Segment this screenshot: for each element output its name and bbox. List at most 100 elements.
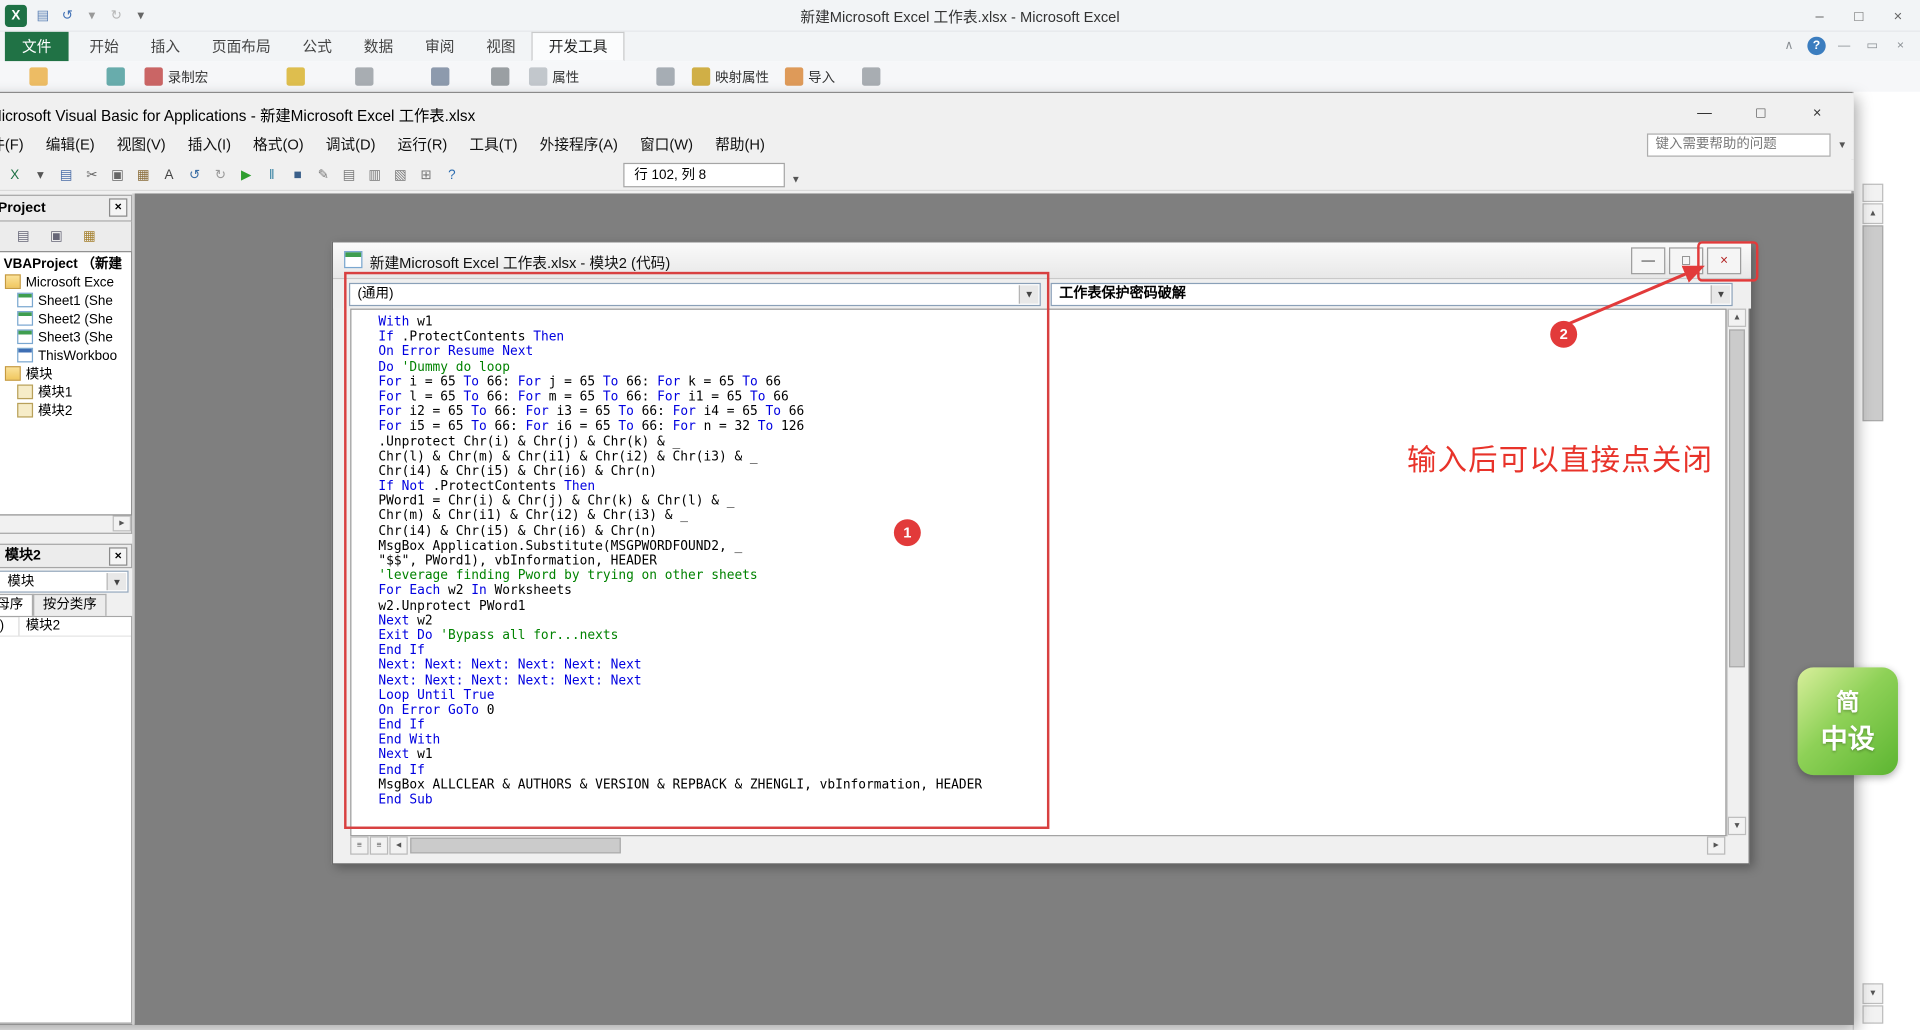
toggle-folders-icon[interactable]: ▦	[78, 225, 100, 247]
vba-menu-3[interactable]: 插入(I)	[177, 131, 242, 159]
excel-tab-7[interactable]: 开发工具	[531, 31, 625, 62]
macros-icon[interactable]	[106, 67, 125, 86]
excel-tab-4[interactable]: 数据	[348, 32, 409, 61]
tree-item-5[interactable]: ThisWorkboo	[0, 347, 131, 366]
map-properties-icon[interactable]: 映射属性	[691, 67, 769, 87]
vba-menu-7[interactable]: 工具(T)	[458, 131, 528, 159]
toolbar-options-icon[interactable]: ▼	[791, 174, 801, 185]
project-tree-hscrollbar[interactable]: ►	[0, 515, 133, 534]
design-mode-icon[interactable]: ✎	[312, 164, 334, 186]
break-icon[interactable]: ‖	[261, 164, 283, 186]
help-icon[interactable]: ?	[441, 164, 463, 186]
undo-icon[interactable]: ↺	[184, 164, 206, 186]
vba-menu-1[interactable]: 编辑(E)	[35, 131, 106, 159]
vba-menu-0[interactable]: 文件(F)	[0, 131, 35, 159]
collapse-ribbon-icon[interactable]: ∧	[1779, 37, 1799, 55]
vba-menu-9[interactable]: 窗口(W)	[629, 131, 704, 159]
find-icon[interactable]: A	[158, 164, 180, 186]
add-ins-icon[interactable]	[355, 67, 374, 86]
project-explorer-icon[interactable]: ▤	[338, 164, 360, 186]
app-close-button[interactable]: ×	[1878, 0, 1917, 32]
code-vscrollbar[interactable]: ▲ ▼	[1726, 308, 1747, 837]
code-scroll-down-button[interactable]: ▼	[1727, 816, 1747, 836]
cut-icon[interactable]: ✂	[81, 164, 103, 186]
com-add-ins-icon[interactable]	[431, 67, 450, 86]
help-search-input[interactable]: 键入需要帮助的问题	[1646, 133, 1831, 157]
tree-item-2[interactable]: Sheet1 (She	[0, 292, 131, 311]
copy-icon[interactable]: ▣	[107, 164, 129, 186]
file-tab[interactable]: 文件	[4, 31, 69, 62]
visual-basic-icon[interactable]	[29, 67, 48, 86]
help-icon[interactable]: ?	[1807, 36, 1826, 56]
code-scroll-thumb[interactable]	[1728, 329, 1745, 668]
app-minimize-button[interactable]: –	[1800, 0, 1839, 32]
excel-tab-0[interactable]: 开始	[73, 32, 134, 61]
code-scroll-left-button[interactable]: ◄	[389, 836, 408, 855]
toolbox-icon[interactable]: ⊞	[415, 164, 437, 186]
excel-tab-2[interactable]: 页面布局	[196, 32, 287, 61]
properties-window-icon[interactable]: ▥	[364, 164, 386, 186]
scroll-up-button[interactable]: ▲	[1862, 203, 1884, 225]
split-pane-button-2[interactable]: ≡	[369, 836, 389, 855]
excel-tab-6[interactable]: 视图	[470, 32, 531, 61]
help-dropdown-icon[interactable]: ▼	[1833, 133, 1851, 156]
excel-tab-5[interactable]: 审阅	[409, 32, 470, 61]
vba-menu-6[interactable]: 运行(R)	[387, 131, 459, 159]
book-restore-icon[interactable]: ▭	[1862, 37, 1882, 55]
properties-tab-1[interactable]: 按分类序	[33, 593, 107, 616]
scroll-split-box[interactable]	[1862, 183, 1884, 203]
properties-tab-0[interactable]: 按字母序	[0, 593, 34, 616]
split-pane-button-1[interactable]: ≡	[350, 836, 369, 855]
properties-close-button[interactable]: ×	[108, 547, 128, 566]
save-icon[interactable]: ▤	[55, 164, 77, 186]
view-code-icon[interactable]: ▤	[12, 225, 34, 247]
view-object-icon[interactable]: ▣	[45, 225, 67, 247]
book-close-icon[interactable]: ×	[1891, 37, 1911, 55]
vba-menu-8[interactable]: 外接程序(A)	[529, 131, 629, 159]
scroll-down-button[interactable]: ▼	[1862, 983, 1884, 1005]
code-scroll-up-button[interactable]: ▲	[1727, 308, 1747, 327]
chevron-down-icon[interactable]: ▼	[106, 573, 127, 591]
code-hscrollbar[interactable]: ≡ ≡ ◄ ►	[350, 836, 1727, 856]
reset-icon[interactable]: ■	[287, 164, 309, 186]
book-minimize-icon[interactable]: —	[1834, 37, 1854, 55]
tree-item-1[interactable]: Microsoft Exce	[0, 274, 131, 292]
vba-menu-10[interactable]: 帮助(H)	[704, 131, 776, 159]
tree-item-7[interactable]: 模块1	[0, 384, 131, 402]
vba-menu-5[interactable]: 调试(D)	[315, 131, 387, 159]
tree-item-label: VBAProject （新建	[3, 257, 122, 272]
properties-object-dropdown[interactable]: 模块 ▼	[0, 570, 129, 593]
export-icon[interactable]	[862, 67, 881, 86]
vba-menu-4[interactable]: 格式(O)	[242, 131, 315, 159]
vba-minimize-button[interactable]: —	[1678, 99, 1732, 126]
excel-tab-3[interactable]: 公式	[287, 32, 348, 61]
object-browser-icon[interactable]: ▧	[389, 164, 411, 186]
view-dropdown-icon[interactable]: ▾	[29, 164, 51, 186]
tree-item-3[interactable]: Sheet2 (She	[0, 311, 131, 329]
view-code-icon[interactable]	[656, 67, 675, 86]
vba-close-button[interactable]: ×	[1790, 99, 1844, 126]
code-scroll-right-button[interactable]: ►	[1706, 836, 1726, 855]
scroll-thumb[interactable]	[1862, 225, 1884, 422]
properties-icon[interactable]: 属性	[528, 67, 579, 87]
tree-item-4[interactable]: Sheet3 (She	[0, 329, 131, 347]
project-scroll-right-button[interactable]: ►	[112, 515, 132, 532]
import-icon[interactable]: 导入	[784, 67, 835, 87]
vba-menu-2[interactable]: 视图(V)	[106, 131, 177, 159]
code-hscroll-thumb[interactable]	[410, 837, 621, 854]
excel-tab-1[interactable]: 插入	[135, 32, 196, 61]
project-explorer-close-button[interactable]: ×	[108, 198, 128, 217]
paste-icon[interactable]: ▦	[132, 164, 154, 186]
record-macro-icon[interactable]: 录制宏	[144, 67, 208, 87]
tree-item-8[interactable]: 模块2	[0, 402, 131, 421]
insert-control-icon[interactable]	[491, 67, 510, 86]
macro-security-icon[interactable]	[286, 67, 305, 86]
redo-icon[interactable]: ↻	[209, 164, 231, 186]
run-icon[interactable]: ▶	[235, 164, 257, 186]
view-excel-icon[interactable]: X	[4, 164, 26, 186]
vba-maximize-button[interactable]: □	[1734, 99, 1788, 126]
tree-item-6[interactable]: 模块	[0, 366, 131, 384]
app-maximize-button[interactable]: □	[1839, 0, 1878, 32]
property-row[interactable]: (名称) 模块2	[0, 617, 132, 637]
tree-item-0[interactable]: VBAProject （新建	[0, 256, 131, 274]
